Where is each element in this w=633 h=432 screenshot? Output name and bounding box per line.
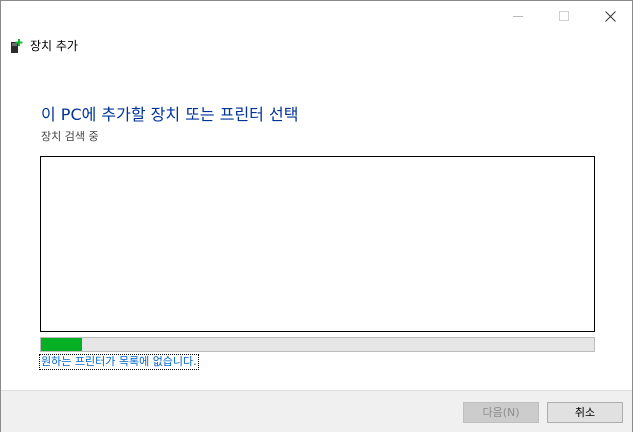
search-progress-bar	[40, 337, 595, 352]
title-bar[interactable]	[1, 1, 632, 31]
window-title: 장치 추가	[30, 39, 78, 53]
device-list[interactable]	[40, 156, 595, 332]
add-device-icon	[11, 39, 23, 53]
maximize-button[interactable]	[541, 1, 587, 31]
search-status: 장치 검색 중	[41, 130, 99, 143]
next-button[interactable]: 다음(N)	[463, 402, 539, 423]
page-title: 이 PC에 추가할 장치 또는 프린터 선택	[41, 105, 299, 124]
footer-bar: 다음(N) 취소	[1, 390, 632, 432]
add-device-window: 장치 추가 이 PC에 추가할 장치 또는 프린터 선택 장치 검색 중 원하는…	[0, 0, 633, 432]
close-icon	[604, 10, 616, 22]
maximize-icon	[559, 11, 569, 21]
app-header: 장치 추가	[10, 38, 78, 54]
minimize-button[interactable]	[495, 1, 541, 31]
printer-not-listed-link[interactable]: 원하는 프린터가 목록에 없습니다.	[39, 354, 199, 370]
minimize-icon	[513, 16, 523, 17]
cancel-button[interactable]: 취소	[547, 402, 623, 423]
search-progress-fill	[41, 338, 83, 351]
close-button[interactable]	[587, 1, 633, 31]
